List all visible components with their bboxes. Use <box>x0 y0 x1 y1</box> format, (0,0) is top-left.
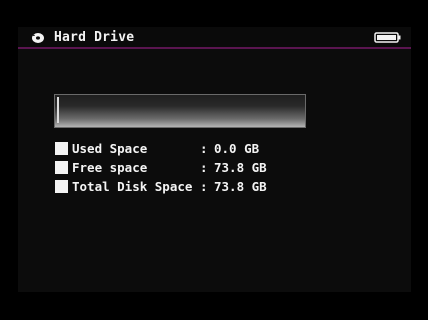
disk-usage-marker <box>57 97 59 123</box>
legend-row-used-space: Used Space : 0.0 GB <box>55 139 267 158</box>
legend-row-total-disk-space: Total Disk Space : 73.8 GB <box>55 177 267 196</box>
legend-separator: : <box>200 141 208 156</box>
legend-label: Free space <box>72 160 148 175</box>
legend-value: 73.8 GB <box>214 160 267 175</box>
legend-swatch <box>55 161 68 174</box>
disk-usage-legend: Used Space : 0.0 GB Free space : 73.8 GB… <box>55 139 267 196</box>
disc-icon <box>32 33 44 43</box>
legend-separator: : <box>200 160 208 175</box>
legend-separator: : <box>200 179 208 194</box>
legend-label: Used Space <box>72 141 148 156</box>
legend-swatch <box>55 142 68 155</box>
legend-value: 73.8 GB <box>214 179 267 194</box>
battery-icon <box>374 32 401 43</box>
legend-row-free-space: Free space : 73.8 GB <box>55 158 267 177</box>
legend-value: 0.0 GB <box>214 141 260 156</box>
legend-label: Total Disk Space <box>72 179 193 194</box>
page-title: Hard Drive <box>54 30 135 45</box>
disk-usage-bar <box>54 94 306 128</box>
legend-swatch <box>55 180 68 193</box>
title-bar: Hard Drive <box>18 27 411 49</box>
hard-drive-screen: Hard Drive Used Space : 0.0 GB Free spac… <box>18 27 411 292</box>
